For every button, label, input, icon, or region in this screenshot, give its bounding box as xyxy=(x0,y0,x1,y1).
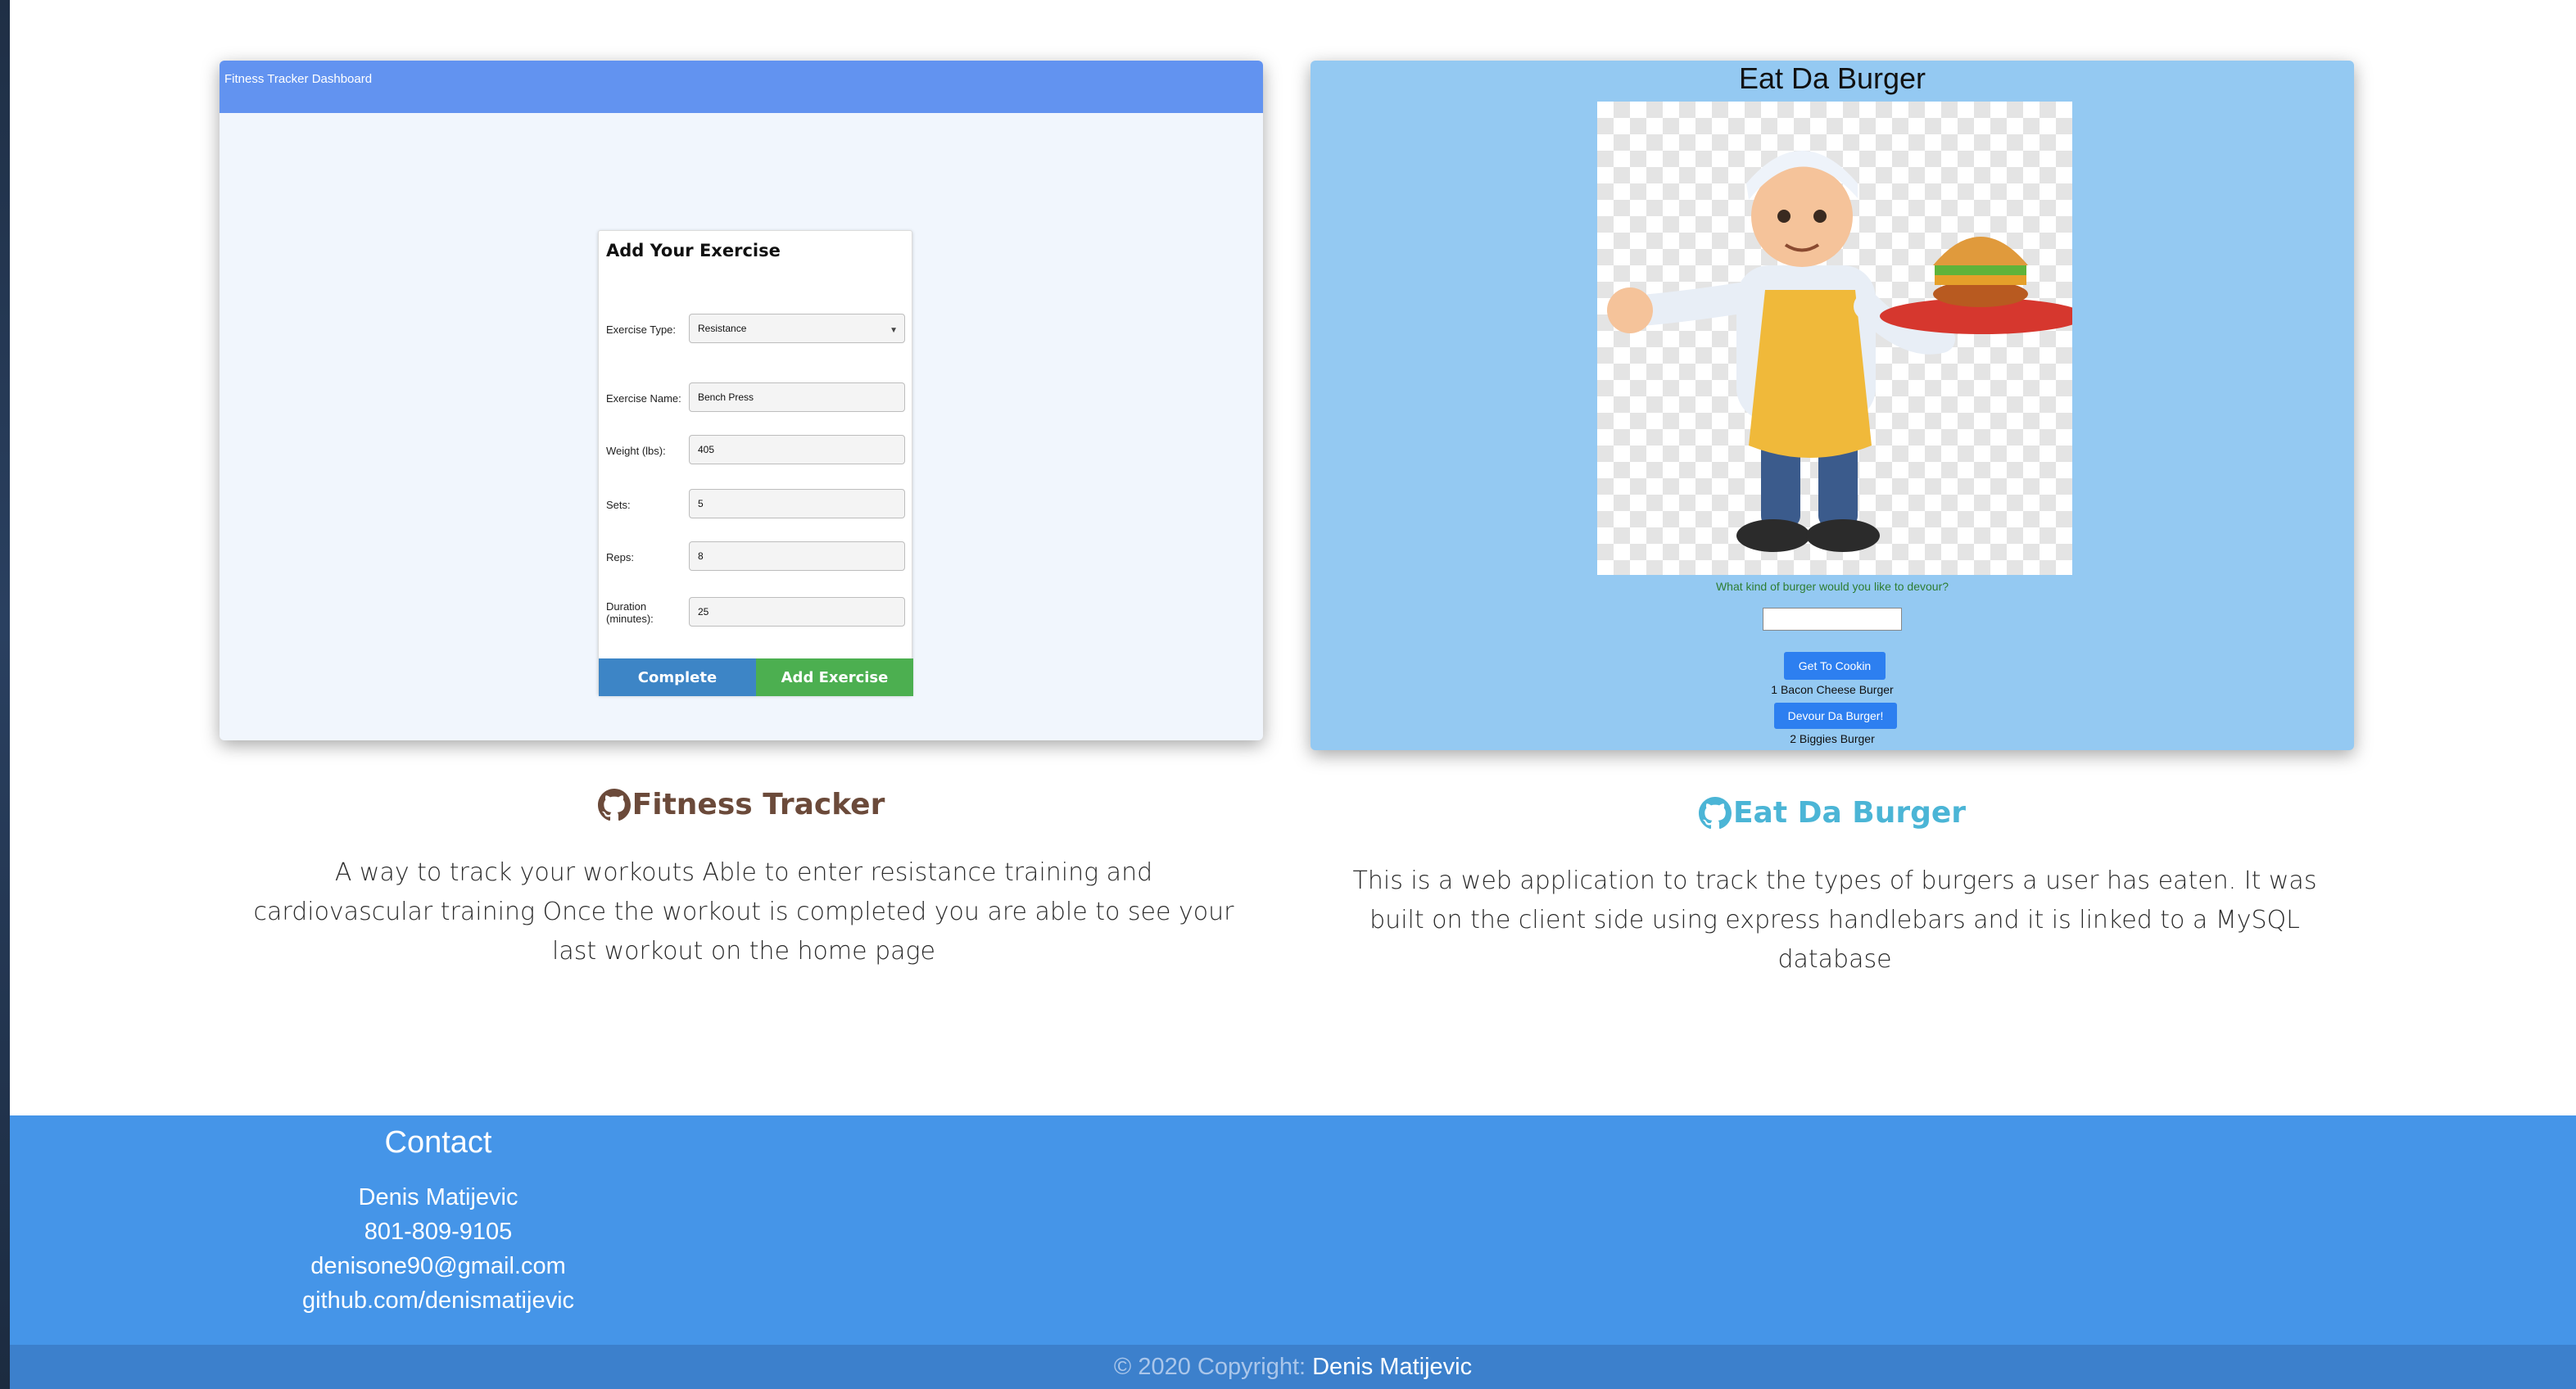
copyright-bar: © 2020 Copyright: Denis Matijevic xyxy=(10,1345,2576,1389)
contact-github[interactable]: github.com/denismatijevic xyxy=(10,1287,867,1314)
contact-name: Denis Matijevic xyxy=(358,1184,518,1210)
fitness-tracker-description: A way to track your workouts Able to ent… xyxy=(253,858,1234,966)
exercise-name-row: Exercise Name: Bench Press xyxy=(606,382,906,414)
burger-list-item: 1 Bacon Cheese Burger xyxy=(1771,683,1894,696)
complete-button: Complete xyxy=(599,658,756,696)
reps-row: Reps: 8 xyxy=(606,541,906,573)
weight-row: Weight (lbs): 405 xyxy=(606,434,906,467)
duration-label: Duration (minutes): xyxy=(606,600,654,625)
duration-field: 25 xyxy=(689,597,905,627)
burger-heading: Eat Da Burger xyxy=(1738,61,1926,95)
fitness-tracker-link[interactable]: Fitness Tracker xyxy=(220,788,1263,821)
chevron-down-icon: ▼ xyxy=(890,326,898,335)
contact-heading: Contact xyxy=(384,1125,492,1160)
add-exercise-title: Add Your Exercise xyxy=(606,241,781,260)
add-exercise-button: Add Exercise xyxy=(756,658,913,696)
exercise-type-select: Resistance ▼ xyxy=(689,314,905,343)
exercise-type-value: Resistance xyxy=(698,323,747,334)
github-icon xyxy=(597,788,631,821)
duration-row: Duration (minutes): 25 xyxy=(606,596,906,629)
get-to-cookin-button: Get To Cookin xyxy=(1784,652,1886,680)
exercise-name-label: Exercise Name: xyxy=(606,391,681,405)
exercise-type-label: Exercise Type: xyxy=(606,323,677,336)
eat-da-burger-link[interactable]: Eat Da Burger xyxy=(1311,796,2354,830)
chef-illustration xyxy=(1607,151,2085,552)
github-icon xyxy=(1698,796,1732,829)
sets-row: Sets: 5 xyxy=(606,488,906,521)
desktop-background-strip xyxy=(0,0,10,1389)
contact-phone[interactable]: 801-809-9105 xyxy=(10,1219,867,1246)
fitness-tracker-screenshot[interactable]: Fitness Tracker Dashboard Fitness Tracke… xyxy=(220,61,1263,740)
burger-name-input xyxy=(1763,608,1902,631)
fitness-nav-bar: Fitness Tracker Dashboard xyxy=(220,61,1263,113)
burger-question: What kind of burger would you like to de… xyxy=(1715,580,1949,593)
exercise-name-field: Bench Press xyxy=(689,382,905,412)
reps-label: Reps: xyxy=(606,550,634,563)
devour-button: Devour Da Burger! xyxy=(1774,703,1897,729)
eat-da-burger-description: This is a web application to track the t… xyxy=(1352,866,2317,974)
chef-burger-image xyxy=(1597,102,2085,575)
contact-email[interactable]: denisone90@gmail.com xyxy=(10,1253,867,1280)
sets-label: Sets: xyxy=(606,498,631,511)
copyright-name-link[interactable]: Denis Matijevic xyxy=(1312,1354,1472,1381)
copyright-text: © 2020 Copyright: xyxy=(1113,1353,1306,1380)
devoured-list-item: 2 Biggies Burger xyxy=(1790,732,1875,745)
eat-da-burger-title: Eat Da Burger xyxy=(1732,796,1967,830)
fitness-nav-title: Fitness Tracker Dashboard xyxy=(224,72,373,86)
eat-da-burger-screenshot[interactable]: Eat Da Burger What kind of burger would … xyxy=(1311,61,2354,750)
weight-field: 405 xyxy=(689,435,905,464)
sets-field: 5 xyxy=(689,489,905,518)
reps-field: 8 xyxy=(689,541,905,571)
footer: Contact Denis Matijevic 801-809-9105 den… xyxy=(10,1115,2576,1389)
weight-label: Weight (lbs): xyxy=(606,444,666,457)
add-exercise-card: Add Your Exercise Exercise Type: Resista… xyxy=(598,230,913,696)
exercise-type-row: Exercise Type: Resistance ▼ xyxy=(606,313,906,346)
fitness-tracker-title: Fitness Tracker xyxy=(632,788,885,821)
